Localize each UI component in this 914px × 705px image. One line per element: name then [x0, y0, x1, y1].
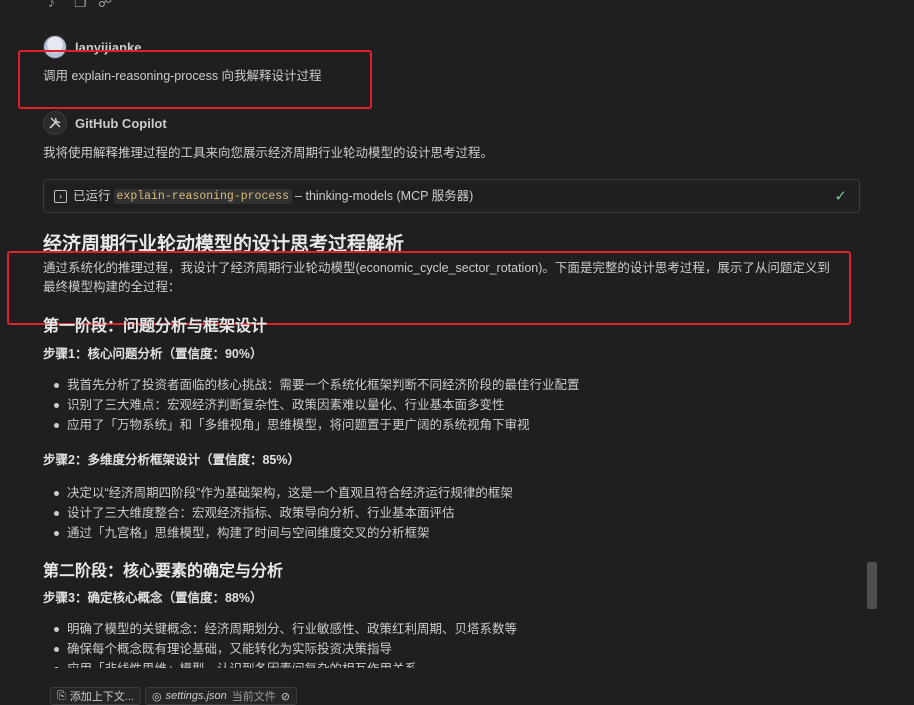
add-context-label: 添加上下文... — [69, 691, 134, 703]
file-icon: ◎ — [152, 690, 162, 703]
tools-icon — [49, 117, 61, 129]
paperclip-icon: ⎘ — [57, 689, 66, 702]
list-item: 通过「九宫格」思维模型，构建了时间与空间维度交叉的分析框架 — [43, 523, 513, 543]
list-item: 明确了模型的关键概念：经济周期划分、行业敏感性、政策红利周期、贝塔系数等 — [43, 619, 517, 639]
list-item: 决定以“经济周期四阶段”作为基础架构，这是一个直观且符合经济运行规律的框架 — [43, 483, 513, 503]
step2-list: 决定以“经济周期四阶段”作为基础架构，这是一个直观且符合经济运行规律的框架 设计… — [43, 483, 513, 543]
copilot-avatar — [43, 111, 67, 135]
tool-run-suffix: – thinking-models (MCP 服务器) — [295, 188, 474, 203]
copy-icon[interactable]: ❐ — [74, 0, 87, 9]
file-chip-label: settings.json — [165, 690, 227, 702]
step1-heading: 步骤1：核心问题分析（置信度：90%） — [43, 347, 263, 361]
thumb-icon[interactable]: ☍ — [98, 0, 112, 9]
step1-list: 我首先分析了投资者面临的核心挑战：需要一个系统化框架判断不同经济阶段的最佳行业配… — [43, 375, 580, 435]
stage1-heading: 第一阶段：问题分析与框架设计 — [43, 318, 268, 335]
chevron-right-icon: › — [54, 189, 67, 203]
list-item: 我首先分析了投资者面临的核心挑战：需要一个系统化框架判断不同经济阶段的最佳行业配… — [43, 375, 580, 395]
copilot-intro: 我将使用解释推理过程的工具来向您展示经济周期行业轮动模型的设计思考过程。 — [43, 146, 494, 160]
stage2-heading: 第二阶段：核心要素的确定与分析 — [43, 563, 284, 580]
step2-heading: 步骤2：多维度分析框架设计（置信度：85%） — [43, 453, 300, 467]
eye-off-icon[interactable]: ⊘ — [281, 690, 290, 703]
file-context-chip[interactable]: ◎ settings.json 当前文件 ⊘ — [145, 687, 297, 705]
check-icon: ✓ — [834, 188, 847, 205]
tool-name: explain-reasoning-process — [113, 188, 293, 204]
speaker-icon[interactable]: ♪ — [48, 0, 55, 9]
stage1-wrap: 第一阶段：问题分析与框架设计 — [43, 312, 267, 336]
file-chip-note: 当前文件 — [231, 691, 276, 703]
list-item: 确保每个概念既有理论基础，又能转化为实际投资决策指导 — [43, 639, 517, 659]
tool-run-prefix: 已运行 — [73, 188, 111, 203]
list-item: 设计了三大维度整合：宏观经济指标、政策导向分析、行业基本面评估 — [43, 503, 513, 523]
scrollbar-thumb[interactable] — [867, 562, 877, 609]
tool-run-box[interactable]: › 已运行 explain-reasoning-process – thinki… — [43, 179, 860, 213]
list-item: 应用了「万物系统」和「多维视角」思维模型，将问题置于更广阔的系统视角下审视 — [43, 415, 580, 435]
step3-heading: 步骤3：确定核心概念（置信度：88%） — [43, 591, 263, 605]
list-item: 识别了三大难点：宏观经济判断复杂性、政策因素难以量化、行业基本面多变性 — [43, 395, 580, 415]
add-context-button[interactable]: ⎘ 添加上下文... — [50, 687, 141, 705]
copilot-name: GitHub Copilot — [75, 116, 167, 131]
stage2-wrap: 第二阶段：核心要素的确定与分析 — [43, 557, 283, 581]
highlight-box-user-message — [18, 50, 372, 109]
